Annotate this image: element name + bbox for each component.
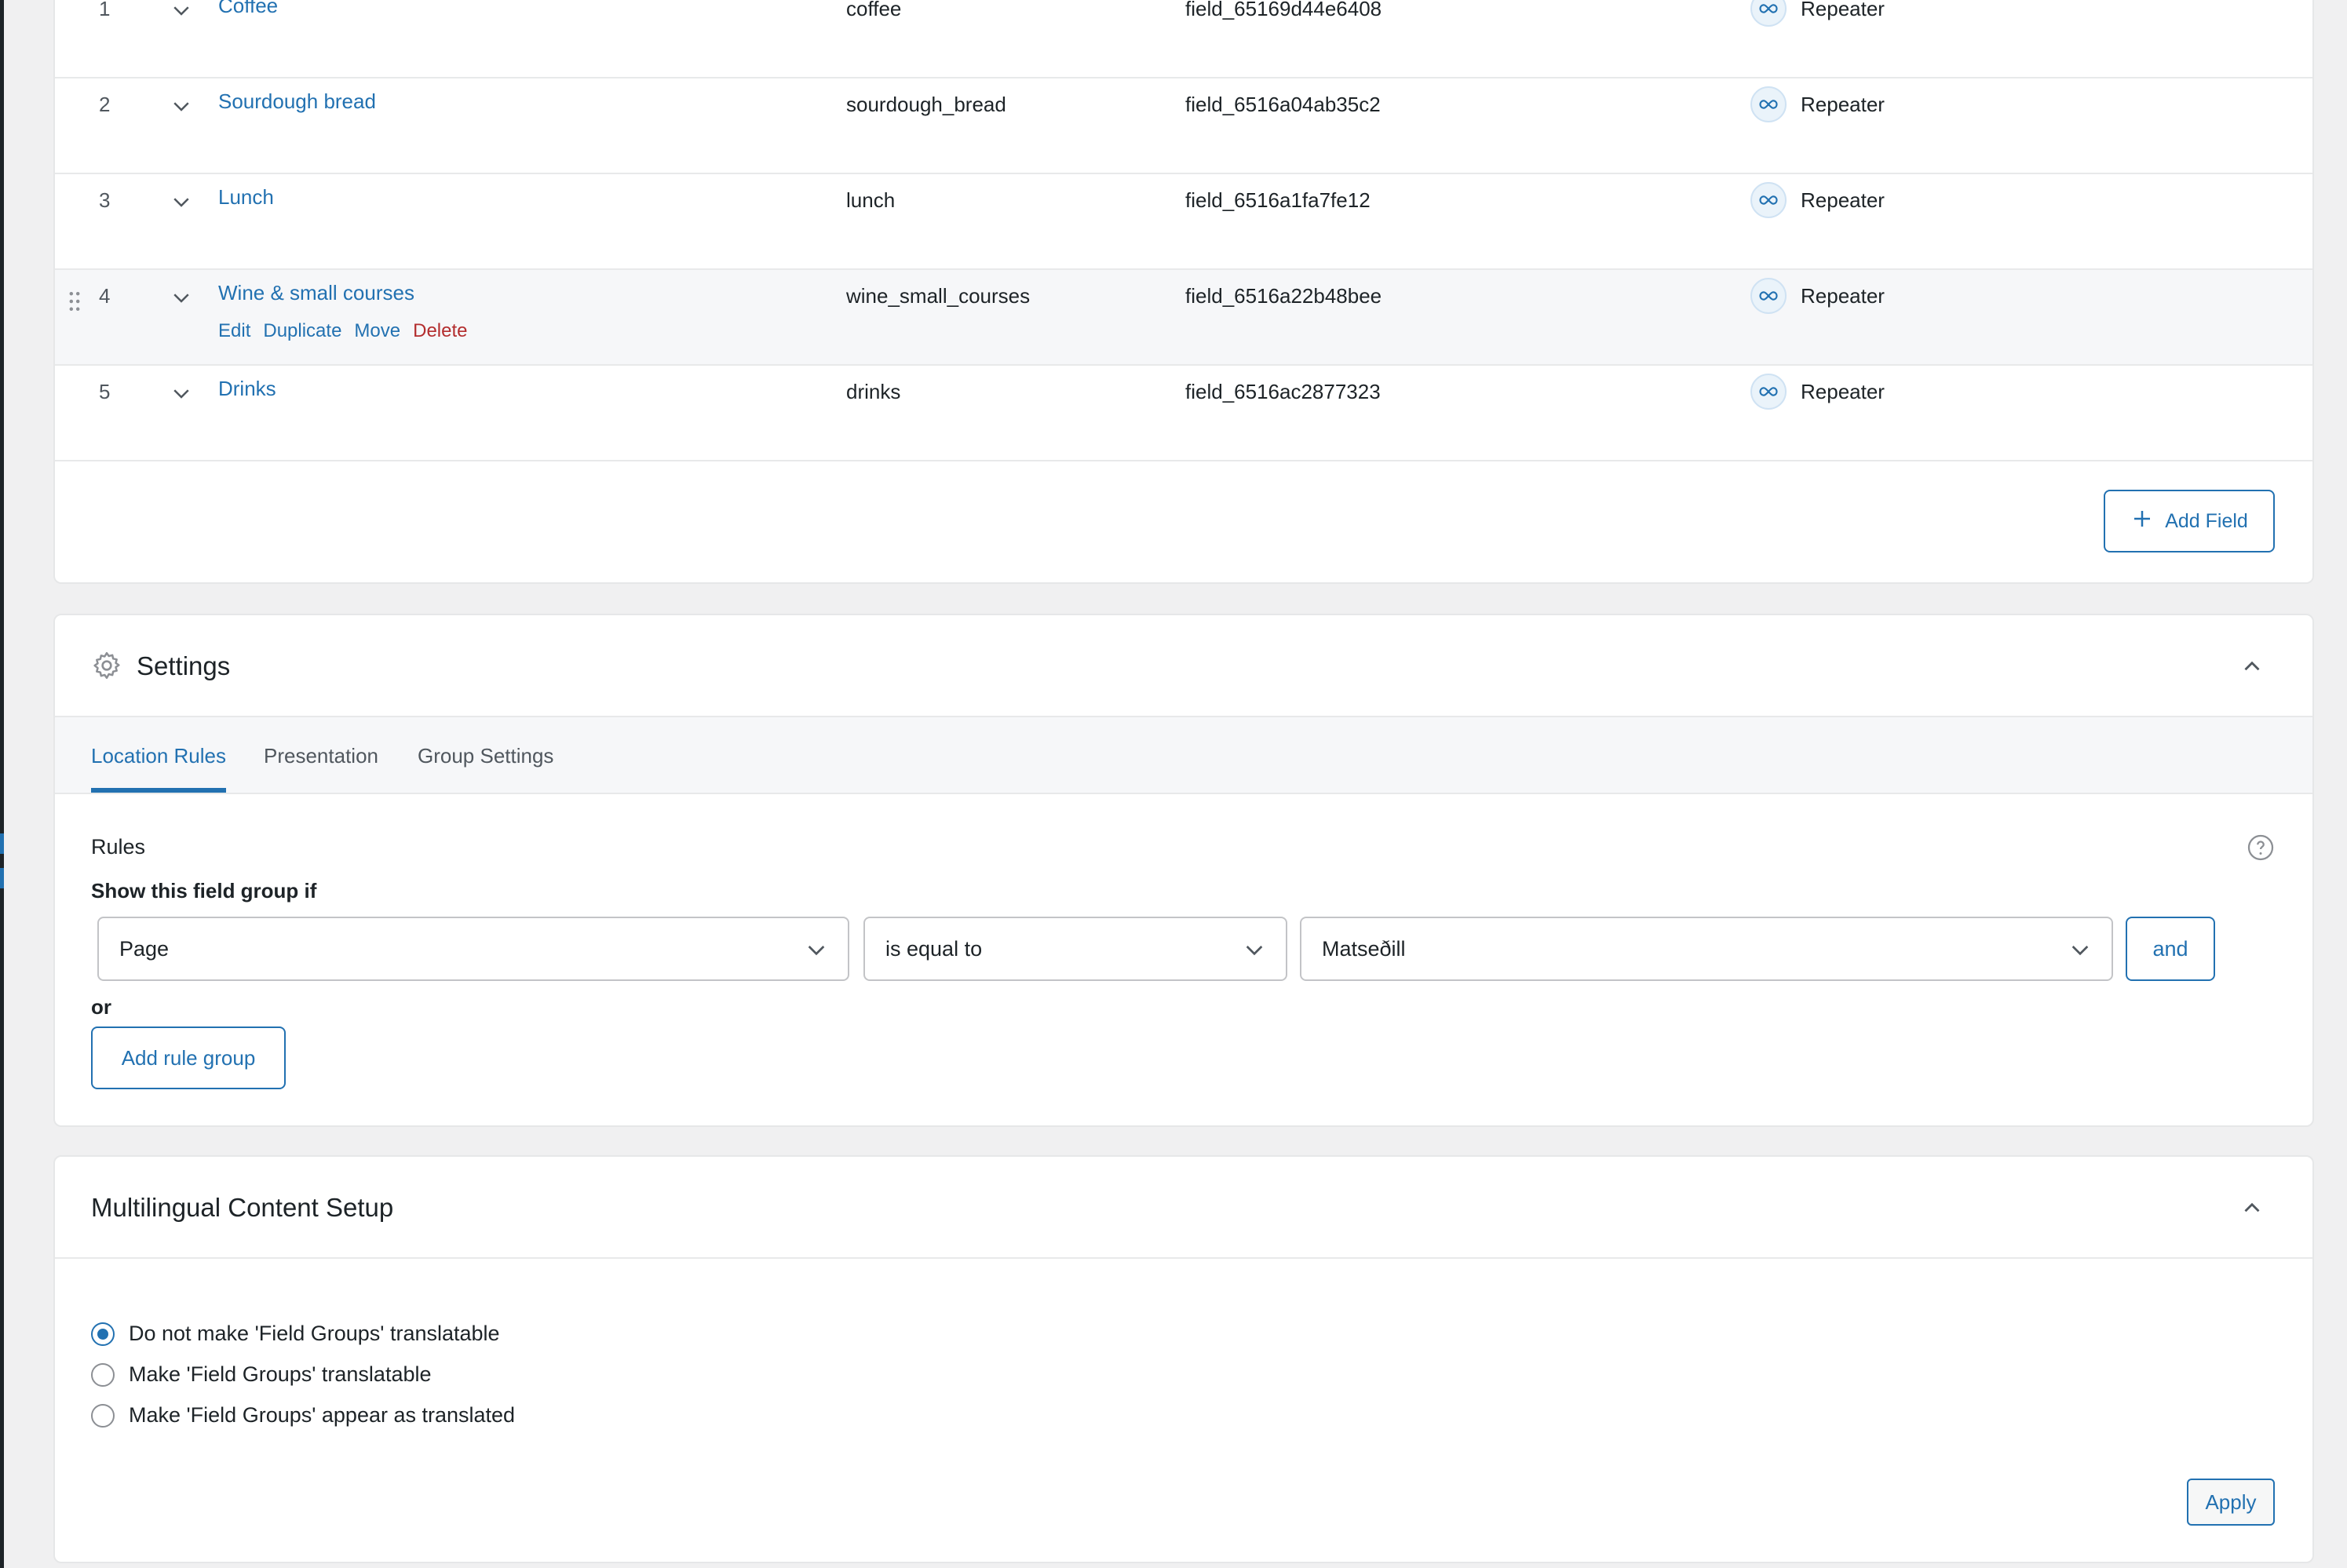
multilingual-title: Multilingual Content Setup [91, 1193, 394, 1222]
delete-link[interactable]: Delete [413, 320, 467, 342]
fields-panel: 1 Coffee coffee field_65169d44e6408 Repe… [53, 0, 2314, 584]
chevron-down-icon[interactable] [170, 190, 193, 213]
drag-handle-icon[interactable] [68, 290, 82, 312]
repeater-icon [1750, 0, 1787, 27]
sidebar-active-marker [0, 868, 4, 888]
field-label-link[interactable]: Coffee [218, 0, 278, 18]
radio-button[interactable] [91, 1362, 115, 1387]
row-actions: Edit Duplicate Move Delete [218, 320, 467, 342]
radio-button[interactable] [91, 1322, 115, 1346]
settings-title: Settings [137, 651, 231, 680]
add-field-label: Add Field [2165, 509, 2248, 532]
apply-button[interactable]: Apply [2187, 1479, 2275, 1526]
admin-sidebar-edge [0, 0, 4, 1568]
field-key: field_6516a22b48bee [1185, 284, 1382, 308]
chevron-down-icon [804, 937, 829, 962]
rule-param-value: Page [119, 936, 170, 961]
duplicate-link[interactable]: Duplicate [263, 320, 341, 342]
field-order-number: 5 [99, 380, 111, 403]
repeater-icon [1750, 86, 1787, 122]
field-type: Repeater [1801, 93, 1885, 116]
field-row[interactable]: 3 Lunch lunch field_6516a1fa7fe12 Repeat… [55, 174, 2312, 270]
field-key: field_6516a04ab35c2 [1185, 93, 1381, 116]
field-order-number: 2 [99, 93, 111, 116]
rule-operator-select[interactable]: is equal to [863, 917, 1287, 981]
rule-operator-value: is equal to [885, 936, 983, 961]
rule-value-select[interactable]: Matseðill [1300, 917, 2113, 981]
chevron-down-icon[interactable] [170, 381, 193, 405]
field-order-number: 3 [99, 188, 111, 212]
sidebar-active-marker [0, 833, 4, 854]
plus-icon [2130, 507, 2154, 536]
help-icon[interactable] [2247, 833, 2275, 862]
or-label: or [91, 995, 111, 1019]
tab-location-rules[interactable]: Location Rules [91, 744, 226, 768]
field-row[interactable]: 1 Coffee coffee field_65169d44e6408 Repe… [55, 0, 2312, 78]
radio-option-translatable[interactable]: Make 'Field Groups' translatable [91, 1362, 432, 1387]
field-order-number: 4 [99, 284, 111, 308]
repeater-icon [1750, 278, 1787, 314]
chevron-up-icon[interactable] [2239, 653, 2265, 680]
field-type: Repeater [1801, 188, 1885, 212]
field-name: sourdough_bread [846, 93, 1006, 116]
chevron-down-icon [1242, 937, 1267, 962]
move-link[interactable]: Move [354, 320, 400, 342]
settings-panel: Settings Location Rules Presentation Gro… [53, 614, 2314, 1127]
field-key: field_6516a1fa7fe12 [1185, 188, 1371, 212]
gear-icon [91, 650, 122, 681]
show-if-label: Show this field group if [91, 879, 317, 903]
tab-group-settings[interactable]: Group Settings [418, 744, 553, 768]
field-name: coffee [846, 0, 902, 20]
radio-button[interactable] [91, 1403, 115, 1428]
repeater-icon [1750, 374, 1787, 410]
field-key: field_6516ac2877323 [1185, 380, 1381, 403]
field-type: Repeater [1801, 380, 1885, 403]
multilingual-panel: Multilingual Content Setup Do not make '… [53, 1155, 2314, 1563]
radio-option-appear-translated[interactable]: Make 'Field Groups' appear as translated [91, 1403, 515, 1428]
chevron-down-icon[interactable] [170, 94, 193, 118]
add-field-button[interactable]: Add Field [2104, 490, 2275, 552]
field-name: drinks [846, 380, 901, 403]
field-type: Repeater [1801, 0, 1885, 20]
field-label-link[interactable]: Lunch [218, 185, 274, 210]
field-row[interactable]: 2 Sourdough bread sourdough_bread field_… [55, 78, 2312, 174]
field-type: Repeater [1801, 284, 1885, 308]
radio-label: Do not make 'Field Groups' translatable [129, 1322, 500, 1345]
field-name: lunch [846, 188, 896, 212]
field-label-link[interactable]: Sourdough bread [218, 89, 376, 114]
repeater-icon [1750, 182, 1787, 218]
edit-link[interactable]: Edit [218, 320, 250, 342]
and-rule-button[interactable]: and [2126, 917, 2215, 981]
chevron-down-icon [2068, 937, 2093, 962]
multilingual-header[interactable]: Multilingual Content Setup [55, 1157, 2312, 1259]
radio-label: Make 'Field Groups' appear as translated [129, 1403, 516, 1427]
active-tab-indicator [91, 788, 226, 793]
rule-value-value: Matseðill [1322, 936, 1406, 961]
field-order-number: 1 [99, 0, 111, 20]
field-row[interactable]: 5 Drinks drinks field_6516ac2877323 Repe… [55, 366, 2312, 461]
field-row[interactable]: 4 Wine & small courses Edit Duplicate Mo… [55, 270, 2312, 366]
rule-param-select[interactable]: Page [97, 917, 849, 981]
chevron-down-icon[interactable] [170, 0, 193, 22]
chevron-down-icon[interactable] [170, 286, 193, 309]
field-name: wine_small_courses [846, 284, 1031, 308]
chevron-up-icon[interactable] [2239, 1194, 2265, 1221]
radio-label: Make 'Field Groups' translatable [129, 1362, 432, 1386]
tab-presentation[interactable]: Presentation [264, 744, 378, 768]
field-key: field_65169d44e6408 [1185, 0, 1382, 20]
rules-label: Rules [91, 835, 146, 859]
radio-option-not-translatable[interactable]: Do not make 'Field Groups' translatable [91, 1322, 500, 1346]
settings-header[interactable]: Settings [55, 615, 2312, 717]
settings-tabs: Location Rules Presentation Group Settin… [55, 717, 2312, 794]
field-label-link[interactable]: Drinks [218, 377, 276, 401]
add-rule-group-button[interactable]: Add rule group [91, 1026, 286, 1089]
field-label-link[interactable]: Wine & small courses [218, 281, 414, 305]
